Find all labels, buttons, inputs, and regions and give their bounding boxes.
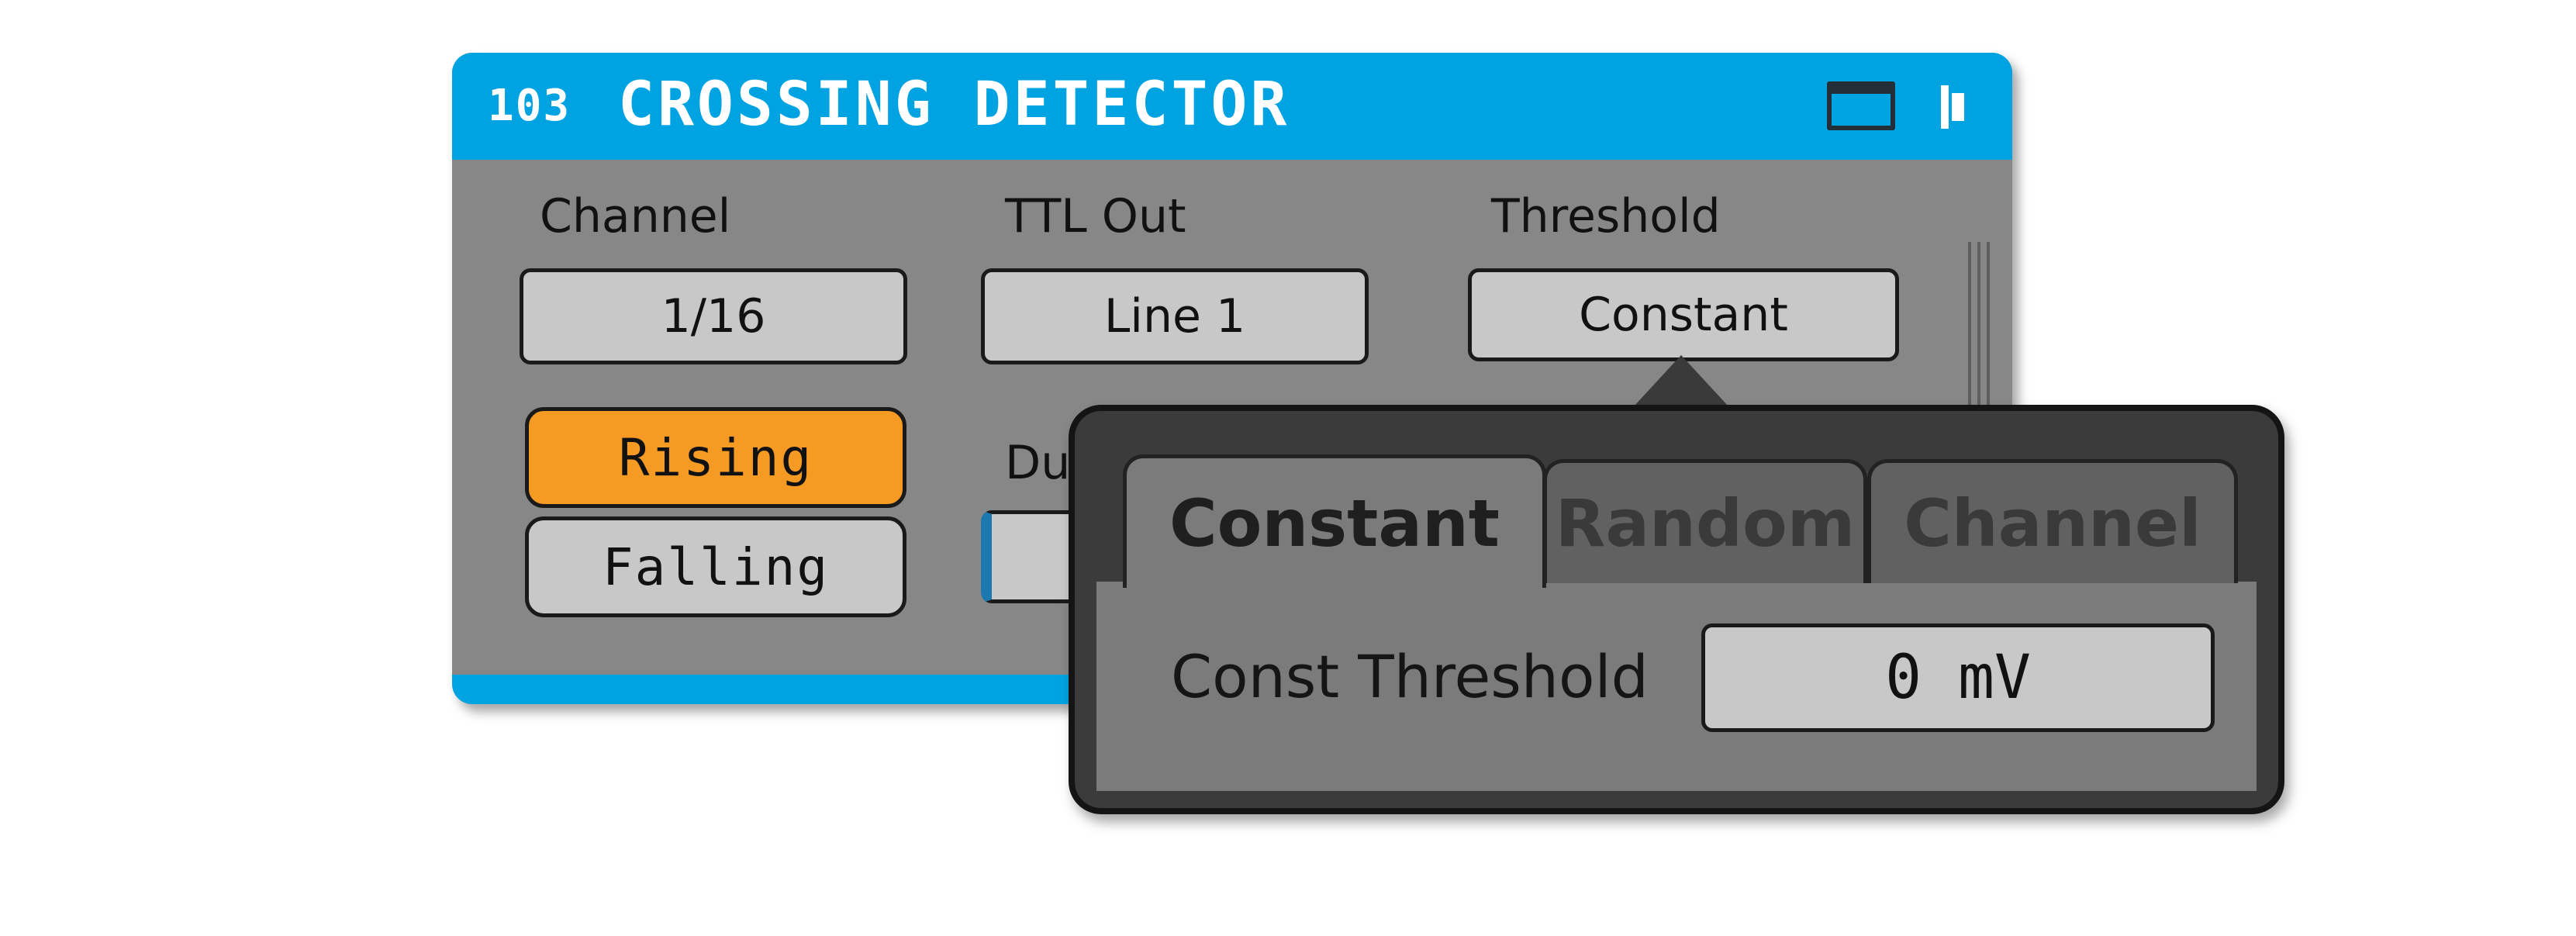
duration-label: Du <box>1005 436 1071 490</box>
const-threshold-label: Const Threshold <box>1171 642 1649 711</box>
tab-channel[interactable]: Channel <box>1867 459 2238 583</box>
threshold-popup: Constant Random Channel <box>1069 405 2284 814</box>
channel-selector[interactable]: 1/16 <box>520 268 907 364</box>
tab-random[interactable]: Random <box>1543 459 1867 583</box>
const-threshold-input[interactable]: 0 mV <box>1701 623 2215 732</box>
panel-header[interactable]: 103 CROSSING DETECTOR <box>452 53 2012 160</box>
node-id: 103 <box>488 81 571 131</box>
pin-icon[interactable] <box>1941 85 1964 129</box>
ttl-out-selector[interactable]: Line 1 <box>981 268 1369 364</box>
threshold-selector[interactable]: Constant <box>1468 268 1899 361</box>
falling-button[interactable]: Falling <box>525 516 906 617</box>
window-icon[interactable] <box>1827 81 1895 130</box>
tab-constant[interactable]: Constant <box>1123 454 1546 588</box>
threshold-label: Threshold <box>1491 189 1721 243</box>
rising-button[interactable]: Rising <box>525 407 906 508</box>
ttl-out-label: TTL Out <box>1005 189 1186 243</box>
channel-label: Channel <box>540 189 731 243</box>
node-title: CROSSING DETECTOR <box>618 70 1290 140</box>
